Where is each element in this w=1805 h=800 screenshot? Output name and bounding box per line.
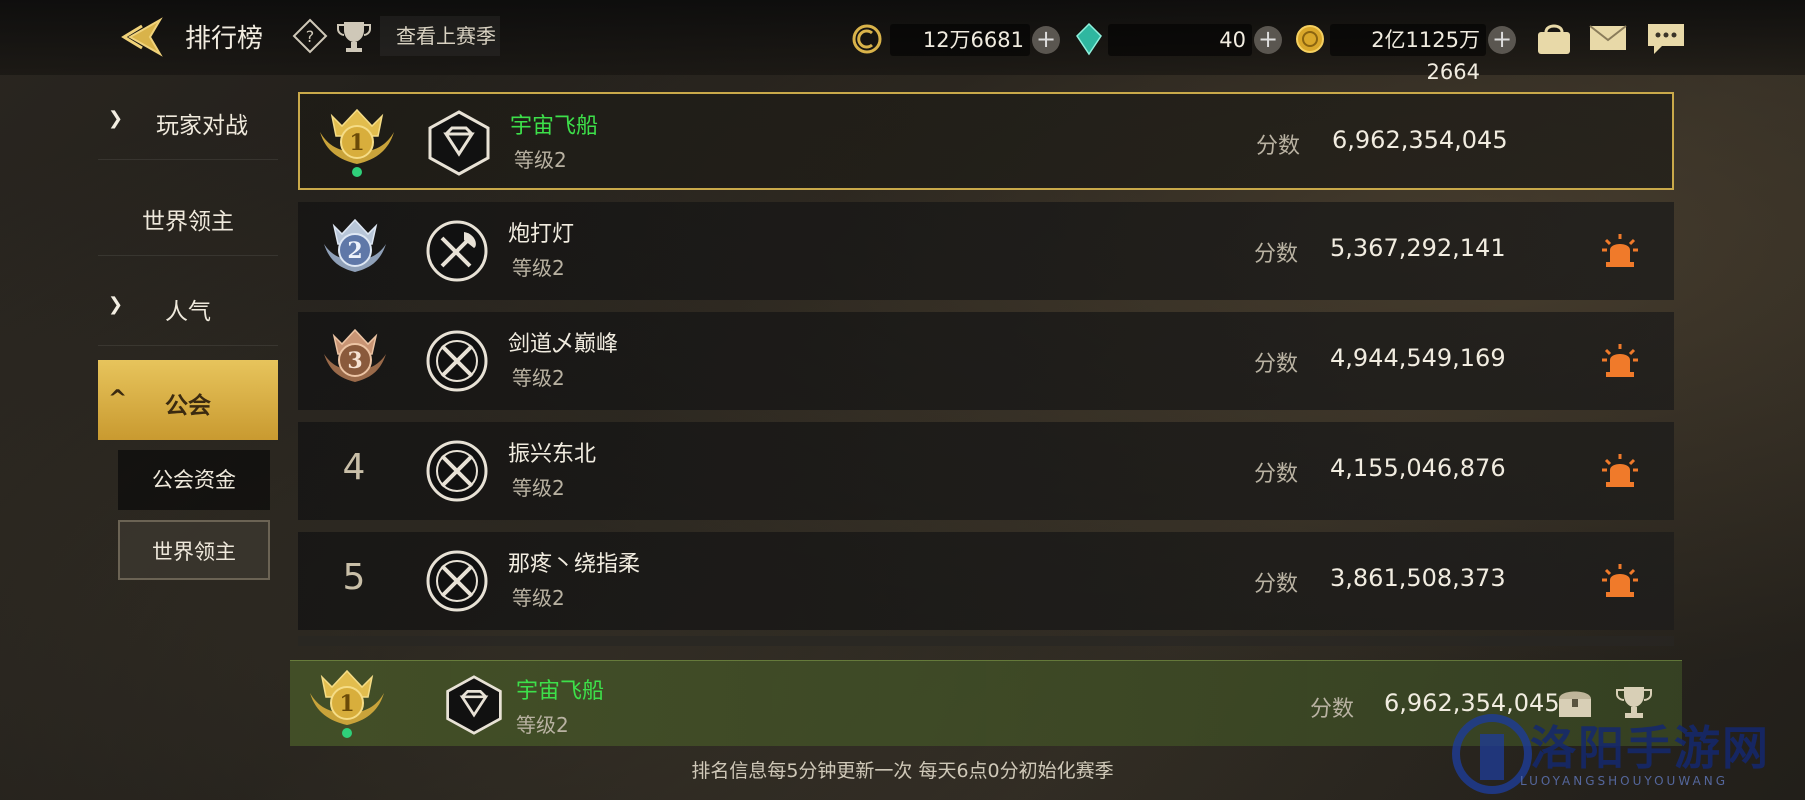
gold-coin-icon	[1296, 25, 1324, 53]
guild-level: 等级2	[512, 366, 565, 390]
guild-emblem-swords-icon	[426, 550, 488, 612]
bag-icon[interactable]	[1532, 18, 1576, 58]
sidebar-item-guild[interactable]: ^ 公会	[98, 360, 278, 440]
my-score-label: 分数	[1310, 697, 1355, 722]
ranking-row[interactable]: 3 剑道乄巅峰 等级2 分数 4,944,549,169	[298, 312, 1674, 410]
score-value: 6,962,354,045	[1332, 126, 1508, 154]
score-label: 分数	[1256, 134, 1301, 159]
chat-icon[interactable]	[1644, 18, 1688, 58]
sidebar-item-label: 人气	[165, 299, 211, 325]
my-guild-level: 等级2	[516, 713, 569, 737]
add-crystal-button[interactable]: +	[1254, 26, 1282, 54]
ranking-row[interactable]: 4 振兴东北 等级2 分数 4,155,046,876	[298, 422, 1674, 520]
alarm-icon[interactable]	[1600, 230, 1640, 270]
guild-emblem-diamond-icon	[446, 675, 502, 735]
sidebar-item-label: 玩家对战	[156, 113, 248, 139]
top-bar: 排行榜 ? 查看上赛季 12万6681 + 40 + 2亿1125万2664 +	[0, 0, 1805, 84]
back-arrow-icon[interactable]	[120, 14, 168, 60]
add-coin-button[interactable]: +	[1032, 26, 1060, 54]
sidebar-item-label: 世界领主	[142, 209, 234, 235]
guild-level: 等级2	[514, 148, 567, 172]
crystal-icon	[1076, 22, 1102, 56]
currency-coin-value: 12万6681	[890, 24, 1030, 56]
score-label: 分数	[1254, 462, 1299, 487]
guild-level: 等级2	[512, 586, 565, 610]
score-value: 4,944,549,169	[1330, 344, 1506, 372]
list-scroll-edge	[298, 636, 1674, 646]
trophy-icon[interactable]	[336, 18, 372, 54]
rank-number: 4	[342, 447, 366, 488]
bronze-medal-rank-3-icon: 3	[324, 328, 386, 382]
c-coin-icon	[852, 24, 882, 54]
sidebar-item-pvp[interactable]: ❯ 玩家对战	[98, 80, 278, 160]
mail-icon[interactable]	[1586, 18, 1630, 58]
svg-text:2: 2	[347, 238, 362, 264]
guild-name: 那疼丶绕指柔	[508, 552, 641, 577]
guild-name: 炮打灯	[508, 222, 575, 247]
sidebar-item-world-boss[interactable]: 世界领主	[98, 176, 278, 256]
svg-text:1: 1	[339, 691, 354, 717]
sidebar-subitem-world-boss[interactable]: 世界领主	[118, 520, 270, 580]
guild-emblem-swords-icon	[426, 440, 488, 502]
gold-medal-rank-1-icon: 1	[310, 669, 384, 738]
score-label: 分数	[1254, 352, 1299, 377]
guild-emblem-axe-icon	[426, 220, 488, 282]
currency-crystal-value: 40	[1108, 24, 1252, 56]
guild-name: 振兴东北	[508, 442, 597, 467]
last-season-button[interactable]: 查看上赛季	[380, 16, 500, 56]
watermark-text: 洛阳手游网	[1530, 721, 1770, 775]
help-icon[interactable]: ?	[292, 18, 328, 54]
page-title: 排行榜	[185, 24, 264, 54]
ranking-row[interactable]: 5 那疼丶绕指柔 等级2 分数 3,861,508,373	[298, 532, 1674, 630]
svg-text:?: ?	[306, 27, 315, 46]
alarm-icon[interactable]	[1600, 340, 1640, 380]
guild-emblem-diamond-icon	[428, 110, 490, 176]
add-gold-button[interactable]: +	[1488, 26, 1516, 54]
score-value: 3,861,508,373	[1330, 564, 1506, 592]
my-guild-name: 宇宙飞船	[516, 679, 605, 704]
ranking-row[interactable]: 2 炮打灯 等级2 分数 5,367,292,141	[298, 202, 1674, 300]
score-value: 5,367,292,141	[1330, 234, 1506, 262]
score-label: 分数	[1254, 572, 1299, 597]
svg-text:1: 1	[349, 130, 364, 156]
guild-level: 等级2	[512, 256, 565, 280]
alarm-icon[interactable]	[1600, 560, 1640, 600]
gold-medal-rank-1-icon: 1	[320, 108, 394, 177]
score-label: 分数	[1254, 242, 1299, 267]
rank-number: 5	[342, 557, 366, 598]
guild-emblem-swords-icon	[426, 330, 488, 392]
sidebar-subitem-guild-funds[interactable]: 公会资金	[118, 450, 270, 510]
guild-name: 剑道乄巅峰	[508, 332, 619, 357]
guild-level: 等级2	[512, 476, 565, 500]
currency-gold-value: 2亿1125万2664	[1330, 24, 1486, 84]
alarm-icon[interactable]	[1600, 450, 1640, 490]
svg-text:3: 3	[347, 348, 362, 374]
score-value: 4,155,046,876	[1330, 454, 1506, 482]
guild-name: 宇宙飞船	[510, 114, 599, 139]
sidebar-item-popularity[interactable]: ❯ 人气	[98, 266, 278, 346]
ranking-row[interactable]: 1 宇宙飞船 等级2 分数 6,962,354,045	[298, 92, 1674, 190]
watermark-subtext: LUOYANGSHOUYOUWANG	[1520, 774, 1729, 788]
silver-medal-rank-2-icon: 2	[324, 218, 386, 272]
sidebar-item-label: 公会	[165, 393, 211, 419]
